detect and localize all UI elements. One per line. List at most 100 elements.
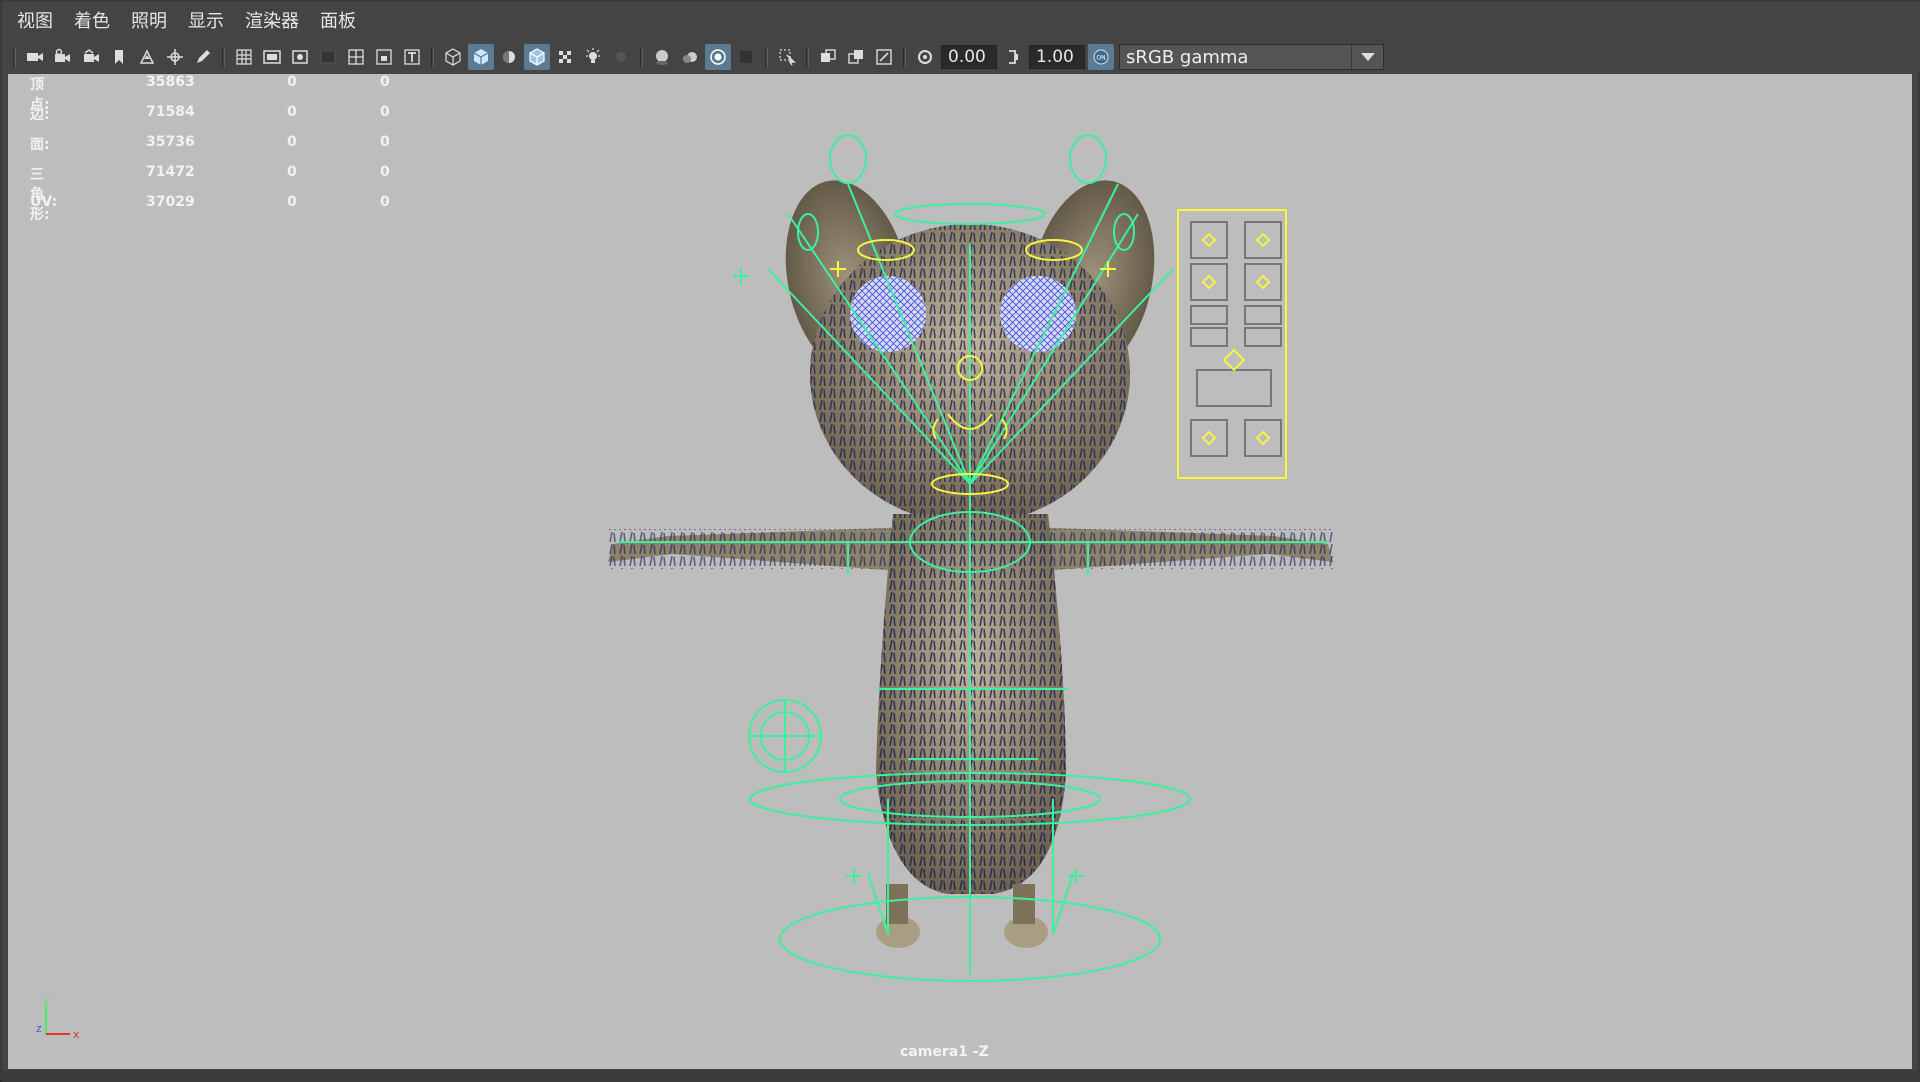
view-transform-value: sRGB gamma	[1126, 46, 1249, 68]
xray-joints-icon	[876, 49, 892, 65]
menu-panels[interactable]: 面板	[313, 2, 370, 42]
textured-button[interactable]	[552, 44, 578, 70]
exposure-field[interactable]: 0.00	[941, 45, 997, 69]
hud-value: 0	[287, 104, 297, 120]
menu-shading[interactable]: 着色	[67, 2, 124, 42]
gamma-reset-button[interactable]	[1000, 44, 1026, 70]
motion-blur-button[interactable]	[677, 44, 703, 70]
mouse-character-rig[interactable]	[8, 74, 1912, 1069]
screen-space-ao-button[interactable]	[649, 44, 675, 70]
isolate-select-icon	[779, 49, 796, 66]
xray-icon	[821, 49, 836, 62]
wireframe-on-shaded-button[interactable]	[524, 44, 550, 70]
safe-title-button[interactable]	[399, 44, 425, 70]
hud-value: 0	[380, 134, 390, 150]
hud-value: 0	[380, 164, 390, 180]
gate-mask-icon	[320, 50, 336, 64]
dropdown-arrow-container	[1351, 45, 1377, 69]
xray-button[interactable]	[815, 44, 841, 70]
3d-viewport[interactable]: 顶点: 35863 0 0 边: 71584 0 0 面: 35736 0 0 …	[8, 74, 1912, 1069]
viewport-panel-window: 视图 着色 照明 显示 渲染器 面板 0.00 1.00 ON sRGB gam…	[0, 0, 1920, 1082]
image-plane-button[interactable]	[134, 44, 160, 70]
lock-camera-button[interactable]	[50, 44, 76, 70]
field-chart-button[interactable]	[343, 44, 369, 70]
image-plane-icon	[139, 49, 155, 64]
safe-action-button[interactable]	[371, 44, 397, 70]
safe-title-icon	[404, 49, 420, 65]
xray-joints-button[interactable]	[871, 44, 897, 70]
ao-sphere-icon	[656, 50, 668, 65]
toolbar-separator	[765, 47, 768, 67]
hud-value: 37029	[146, 194, 195, 210]
film-gate-button[interactable]	[259, 44, 285, 70]
axis-x-label: x	[73, 1028, 80, 1041]
resolution-gate-button[interactable]	[287, 44, 313, 70]
panel-toolbar: 0.00 1.00 ON sRGB gamma	[2, 42, 1920, 72]
camera-name-label: camera1 -Z	[900, 1044, 989, 1060]
exposure-reset-button[interactable]	[912, 44, 938, 70]
hud-value: 35736	[146, 134, 195, 150]
menu-lighting[interactable]: 照明	[124, 2, 181, 42]
camera-attributes-button[interactable]	[78, 44, 104, 70]
safe-action-icon	[376, 49, 392, 65]
anti-aliasing-icon	[710, 49, 726, 65]
shaded-cube-icon	[473, 49, 489, 65]
axis-z-label: z	[36, 1022, 42, 1035]
grease-pencil-button[interactable]	[190, 44, 216, 70]
hud-label: 边:	[30, 107, 50, 123]
film-gate-icon	[263, 50, 281, 64]
exposure-icon	[918, 50, 932, 64]
two-d-pan-zoom-button[interactable]	[162, 44, 188, 70]
left-eye-wire	[850, 276, 926, 352]
checker-icon	[559, 51, 571, 63]
grid-icon	[236, 49, 252, 65]
view-transform-dropdown[interactable]: sRGB gamma	[1119, 44, 1384, 70]
hud-value: 0	[287, 134, 297, 150]
gate-mask-button[interactable]	[315, 44, 341, 70]
panel-menu-bar: 视图 着色 照明 显示 渲染器 面板	[2, 2, 1920, 42]
menu-renderer[interactable]: 渲染器	[238, 2, 313, 42]
depth-of-field-button[interactable]	[733, 44, 759, 70]
material-sphere-icon	[503, 51, 515, 63]
view-transform-toggle[interactable]: ON	[1088, 44, 1114, 70]
anti-aliasing-button[interactable]	[705, 44, 731, 70]
hud-value: 71584	[146, 104, 195, 120]
wireframe-cube-icon	[445, 48, 461, 66]
panel-bottom-border	[2, 1070, 1920, 1082]
toolbar-separator	[903, 47, 906, 67]
svg-text:ON: ON	[1096, 55, 1105, 62]
camera-icon	[27, 53, 43, 61]
hud-value: 0	[380, 74, 390, 90]
hud-value: 0	[287, 194, 297, 210]
wireframe-button[interactable]	[440, 44, 466, 70]
bookmark-button[interactable]	[106, 44, 132, 70]
hud-value: 0	[380, 194, 390, 210]
shadows-button[interactable]	[608, 44, 634, 70]
gamma-icon	[1009, 50, 1018, 64]
face-control-picker[interactable]	[1177, 209, 1287, 479]
pencil-icon	[197, 50, 210, 63]
xray-components-icon	[848, 50, 863, 64]
right-leg	[1013, 884, 1035, 924]
shadow-icon	[616, 52, 626, 62]
light-bulb-icon	[586, 48, 600, 63]
bookmark-icon	[115, 50, 123, 64]
default-material-button[interactable]	[496, 44, 522, 70]
pan-zoom-icon	[167, 49, 183, 65]
grid-button[interactable]	[231, 44, 257, 70]
select-camera-button[interactable]	[22, 44, 48, 70]
menu-view[interactable]: 视图	[10, 2, 67, 42]
hud-value: 35863	[146, 74, 195, 90]
axis-y-label: y	[43, 994, 50, 1007]
hud-label: 面:	[30, 137, 50, 153]
use-all-lights-button[interactable]	[580, 44, 606, 70]
menu-show[interactable]: 显示	[181, 2, 238, 42]
depth-of-field-icon	[740, 51, 752, 63]
xray-active-components-button[interactable]	[843, 44, 869, 70]
toolbar-separator	[13, 47, 16, 67]
toolbar-separator	[640, 47, 643, 67]
hud-value: 71472	[146, 164, 195, 180]
isolate-select-button[interactable]	[774, 44, 800, 70]
gamma-field[interactable]: 1.00	[1029, 45, 1085, 69]
smooth-shade-button[interactable]	[468, 44, 494, 70]
